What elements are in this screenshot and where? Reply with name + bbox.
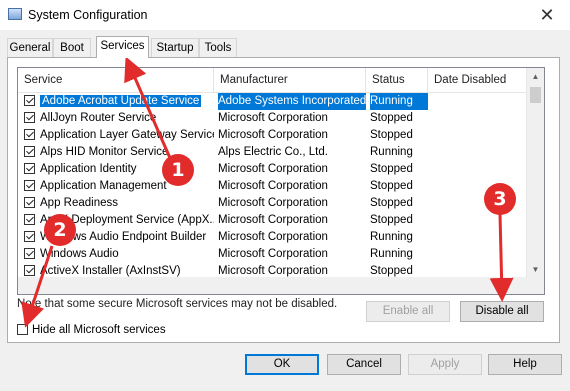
service-name: Application Management	[40, 180, 167, 192]
apply-button[interactable]: Apply	[408, 354, 482, 375]
service-row[interactable]: Alps HID Monitor Service Alps Electric Co…	[18, 144, 526, 161]
service-row[interactable]: Windows Audio Endpoint Builder Microsoft …	[18, 229, 526, 246]
service-checkbox-cell	[24, 195, 40, 212]
service-manufacturer: Alps Electric Co., Ltd.	[218, 146, 328, 158]
title-bar: System Configuration ✕	[0, 0, 570, 30]
scroll-thumb[interactable]	[530, 87, 541, 103]
service-row[interactable]: AppX Deployment Service (AppX... Microsof…	[18, 212, 526, 229]
cancel-button[interactable]: Cancel	[327, 354, 401, 375]
service-status: Stopped	[370, 163, 413, 175]
header-date-disabled[interactable]: Date Disabled	[428, 68, 526, 92]
service-row[interactable]: Application Management Microsoft Corporat…	[18, 178, 526, 195]
header-service[interactable]: Service	[18, 68, 214, 92]
vertical-scrollbar[interactable]: ▲ ▼	[526, 68, 544, 278]
service-checkbox[interactable]	[24, 231, 35, 242]
hide-ms-services-label: Hide all Microsoft services	[32, 324, 166, 336]
service-name: Windows Audio	[40, 248, 119, 260]
service-checkbox[interactable]	[24, 129, 35, 140]
service-status: Running	[370, 231, 413, 243]
scroll-down-icon[interactable]: ▼	[527, 261, 544, 278]
service-checkbox[interactable]	[24, 95, 35, 106]
service-checkbox[interactable]	[24, 163, 35, 174]
help-button[interactable]: Help	[488, 354, 562, 375]
service-checkbox-cell	[24, 144, 40, 161]
service-checkbox-cell	[24, 110, 40, 127]
hide-ms-services-checkbox[interactable]	[17, 324, 28, 335]
service-name: Alps HID Monitor Service	[40, 146, 169, 158]
service-checkbox-cell	[24, 246, 40, 263]
service-checkbox[interactable]	[24, 214, 35, 225]
service-checkbox[interactable]	[24, 248, 35, 259]
service-checkbox-cell	[24, 212, 40, 229]
service-manufacturer: Microsoft Corporation	[218, 180, 328, 192]
tab-startup[interactable]: Startup	[151, 38, 199, 57]
service-row[interactable]: App Readiness Microsoft Corporation Stoppe…	[18, 195, 526, 212]
scroll-up-icon[interactable]: ▲	[527, 68, 544, 85]
service-name: AppX Deployment Service (AppX...	[40, 214, 214, 226]
ok-button[interactable]: OK	[245, 354, 319, 375]
service-name: Application Identity	[40, 163, 137, 175]
hide-ms-services-option[interactable]: Hide all Microsoft services	[17, 322, 166, 336]
service-checkbox-cell	[24, 161, 40, 178]
service-checkbox-cell	[24, 93, 40, 110]
tab-general[interactable]: General	[7, 38, 53, 57]
window-title: System Configuration	[28, 8, 148, 22]
horizontal-scrollbar[interactable]	[18, 277, 544, 294]
service-row[interactable]: Windows Audio Microsoft Corporation Runnin…	[18, 246, 526, 263]
service-status: Stopped	[370, 214, 413, 226]
service-manufacturer: Microsoft Corporation	[218, 231, 328, 243]
service-name: App Readiness	[40, 197, 118, 209]
service-manufacturer: Microsoft Corporation	[218, 112, 328, 124]
service-checkbox[interactable]	[24, 180, 35, 191]
disable-all-button[interactable]: Disable all	[460, 301, 544, 322]
service-name: Windows Audio Endpoint Builder	[40, 231, 207, 243]
service-name: Adobe Acrobat Update Service	[40, 95, 202, 107]
service-row[interactable]: Application Identity Microsoft Corporatio…	[18, 161, 526, 178]
service-row[interactable]: Adobe Acrobat Update Service Adobe System…	[18, 93, 526, 110]
tab-services[interactable]: Services	[96, 36, 149, 58]
service-status: Running	[370, 93, 428, 110]
service-status: Stopped	[370, 180, 413, 192]
service-manufacturer: Adobe Systems Incorporated	[218, 93, 366, 110]
header-manufacturer[interactable]: Manufacturer	[214, 68, 366, 92]
service-checkbox[interactable]	[24, 112, 35, 123]
list-rows: Adobe Acrobat Update Service Adobe System…	[18, 93, 526, 294]
service-manufacturer: Microsoft Corporation	[218, 129, 328, 141]
service-manufacturer: Microsoft Corporation	[218, 197, 328, 209]
service-manufacturer: Microsoft Corporation	[218, 163, 328, 175]
secure-services-note: Note that some secure Microsoft services…	[17, 298, 338, 310]
service-checkbox-cell	[24, 229, 40, 246]
service-status: Stopped	[370, 112, 413, 124]
enable-all-button[interactable]: Enable all	[366, 301, 450, 322]
service-status: Running	[370, 146, 413, 158]
service-status: Running	[370, 248, 413, 260]
service-checkbox-cell	[24, 178, 40, 195]
header-status[interactable]: Status	[366, 68, 428, 92]
service-row[interactable]: AllJoyn Router Service Microsoft Corporat…	[18, 110, 526, 127]
service-checkbox[interactable]	[24, 265, 35, 276]
service-manufacturer: Microsoft Corporation	[218, 248, 328, 260]
service-name: Application Layer Gateway Service	[40, 129, 214, 141]
close-button[interactable]: ✕	[536, 4, 558, 26]
services-list[interactable]: Service Manufacturer Status Date Disable…	[17, 67, 545, 295]
tab-boot[interactable]: Boot	[53, 38, 91, 57]
service-checkbox[interactable]	[24, 197, 35, 208]
tab-tools[interactable]: Tools	[199, 38, 237, 57]
service-checkbox-cell	[24, 127, 40, 144]
system-config-icon	[8, 8, 22, 20]
service-name: AllJoyn Router Service	[40, 112, 157, 124]
service-row[interactable]: Application Layer Gateway Service Microso…	[18, 127, 526, 144]
service-status: Stopped	[370, 129, 413, 141]
service-checkbox[interactable]	[24, 146, 35, 157]
service-status: Stopped	[370, 197, 413, 209]
service-manufacturer: Microsoft Corporation	[218, 214, 328, 226]
list-header: Service Manufacturer Status Date Disable…	[18, 68, 526, 93]
